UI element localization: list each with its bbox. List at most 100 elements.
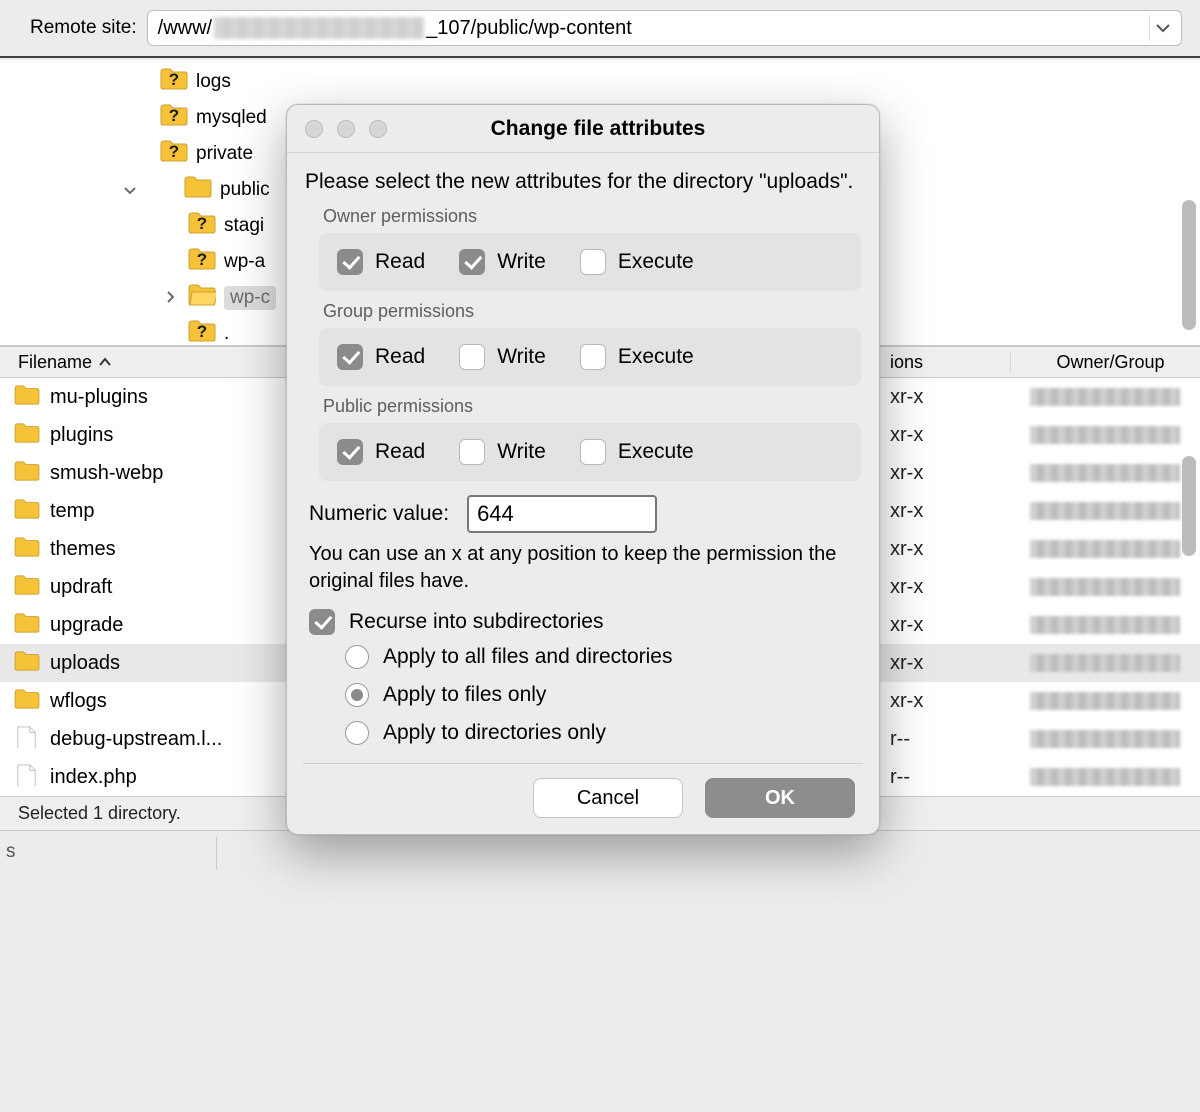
zoom-icon[interactable] [369,120,387,138]
folder-icon [14,422,40,448]
tree-item-label: wp-c [224,286,276,310]
owner-redacted [1030,578,1180,596]
owner-redacted [1030,730,1180,748]
file-permissions: xr-x [890,424,1010,447]
file-permissions: xr-x [890,652,1010,675]
group-write-checkbox[interactable]: Write [459,344,546,370]
remote-site-row: Remote site: /www/_107/public/wp-content [0,0,1200,56]
qfolder-icon [188,319,216,346]
folder-icon [14,536,40,562]
owner-write-checkbox[interactable]: Write [459,249,546,275]
file-permissions: xr-x [890,538,1010,561]
file-permissions: xr-x [890,690,1010,713]
sort-asc-icon [98,355,112,370]
file-permissions: xr-x [890,500,1010,523]
chevron-right-icon[interactable] [160,290,180,306]
qfolder-icon [188,247,216,277]
ok-button[interactable]: OK [705,778,855,818]
folder-icon [14,574,40,600]
public-write-checkbox[interactable]: Write [459,439,546,465]
owner-redacted [1030,654,1180,672]
file-icon [14,764,40,790]
owner-redacted [1030,426,1180,444]
divider [303,763,863,764]
file-name: upgrade [50,614,123,637]
group-permissions-group: Group permissions Read Write Execute [319,301,861,386]
qfolder-icon [160,139,188,169]
file-name: smush-webp [50,462,163,485]
close-icon[interactable] [305,120,323,138]
change-file-attributes-dialog: Change file attributes Please select the… [286,104,880,835]
apply-all-radio[interactable]: Apply to all files and directories [345,645,861,669]
traffic-lights [287,120,387,138]
chevron-down-icon[interactable] [120,182,140,198]
column-owner-group[interactable]: Owner/Group [1010,352,1200,373]
file-name: index.php [50,766,137,789]
file-name: uploads [50,652,120,675]
public-execute-checkbox[interactable]: Execute [580,439,694,465]
recurse-checkbox[interactable] [309,609,335,635]
qfolder-icon [188,211,216,241]
tree-item-label: private [196,143,253,165]
dialog-title: Change file attributes [387,117,879,141]
file-name: plugins [50,424,113,447]
owner-redacted [1030,616,1180,634]
folder-icon [184,175,212,205]
group-execute-checkbox[interactable]: Execute [580,344,694,370]
tree-item-label: . [224,323,229,345]
qfolder-icon [160,103,188,133]
tree-item-label: stagi [224,215,264,237]
tree-item-label: logs [196,71,231,93]
redacted-path-segment [214,17,424,39]
file-name: mu-plugins [50,386,148,409]
qfolder-icon [160,67,188,97]
public-permissions-group: Public permissions Read Write Execute [319,396,861,481]
public-permissions-title: Public permissions [323,396,861,417]
file-permissions: r-- [890,728,1010,751]
tree-item-label: mysqled [196,107,267,129]
list-scrollbar[interactable] [1182,456,1196,556]
apply-dirs-radio[interactable]: Apply to directories only [345,721,861,745]
column-permissions[interactable]: ions [890,352,1010,373]
folder-icon [14,460,40,486]
owner-redacted [1030,464,1180,482]
owner-redacted [1030,502,1180,520]
public-read-checkbox[interactable]: Read [337,439,425,465]
folder-icon [14,498,40,524]
owner-redacted [1030,768,1180,786]
owner-permissions-title: Owner permissions [323,206,861,227]
remote-site-label: Remote site: [30,17,137,39]
tree-item-logs[interactable]: logs [0,64,1200,100]
apply-files-radio[interactable]: Apply to files only [345,683,861,707]
owner-permissions-group: Owner permissions Read Write Execute [319,206,861,291]
owner-read-checkbox[interactable]: Read [337,249,425,275]
remote-site-field[interactable]: /www/_107/public/wp-content [147,10,1182,46]
file-name: updraft [50,576,112,599]
owner-redacted [1030,540,1180,558]
numeric-hint: You can use an x at any position to keep… [309,541,857,595]
cancel-button[interactable]: Cancel [533,778,683,818]
file-name: wflogs [50,690,107,713]
dialog-instruction: Please select the new attributes for the… [305,167,861,196]
minimize-icon[interactable] [337,120,355,138]
column-divider[interactable] [216,837,217,870]
remote-site-path: /www/_107/public/wp-content [158,17,1149,40]
file-permissions: r-- [890,766,1010,789]
tree-scrollbar[interactable] [1182,200,1196,330]
owner-redacted [1030,692,1180,710]
folder-icon [14,384,40,410]
group-read-checkbox[interactable]: Read [337,344,425,370]
chevron-down-icon[interactable] [1149,15,1175,41]
file-name: themes [50,538,116,561]
file-icon [14,726,40,752]
file-permissions: xr-x [890,614,1010,637]
file-permissions: xr-x [890,386,1010,409]
dialog-titlebar: Change file attributes [287,105,879,153]
recurse-label: Recurse into subdirectories [349,610,603,634]
tree-item-label: public [220,179,270,201]
owner-execute-checkbox[interactable]: Execute [580,249,694,275]
numeric-value-input[interactable] [467,495,657,533]
folder-icon [14,612,40,638]
file-name: temp [50,500,94,523]
owner-redacted [1030,388,1180,406]
